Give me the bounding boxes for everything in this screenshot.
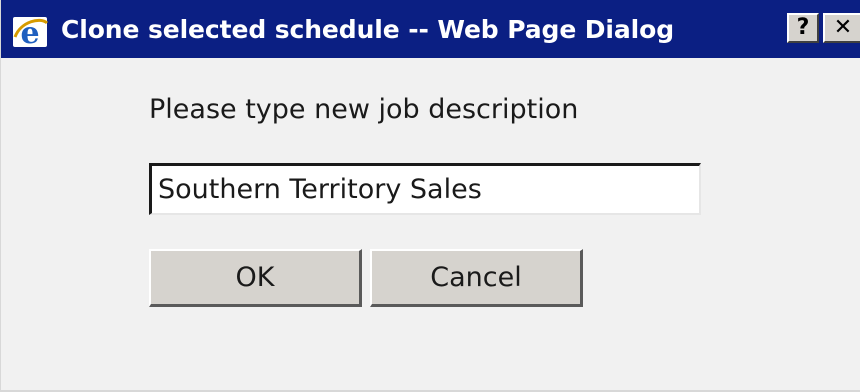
cancel-button[interactable]: Cancel <box>370 249 583 307</box>
dialog-window: e Clone selected schedule -- Web Page Di… <box>0 0 860 392</box>
close-button[interactable]: ✕ <box>823 13 860 43</box>
help-button[interactable]: ? <box>787 13 819 43</box>
ok-button[interactable]: OK <box>149 249 362 307</box>
ie-icon: e <box>11 13 49 51</box>
title-bar[interactable]: e Clone selected schedule -- Web Page Di… <box>1 0 860 58</box>
job-description-input[interactable] <box>149 163 701 215</box>
window-title: Clone selected schedule -- Web Page Dial… <box>61 15 675 44</box>
prompt-label: Please type new job description <box>149 94 579 125</box>
